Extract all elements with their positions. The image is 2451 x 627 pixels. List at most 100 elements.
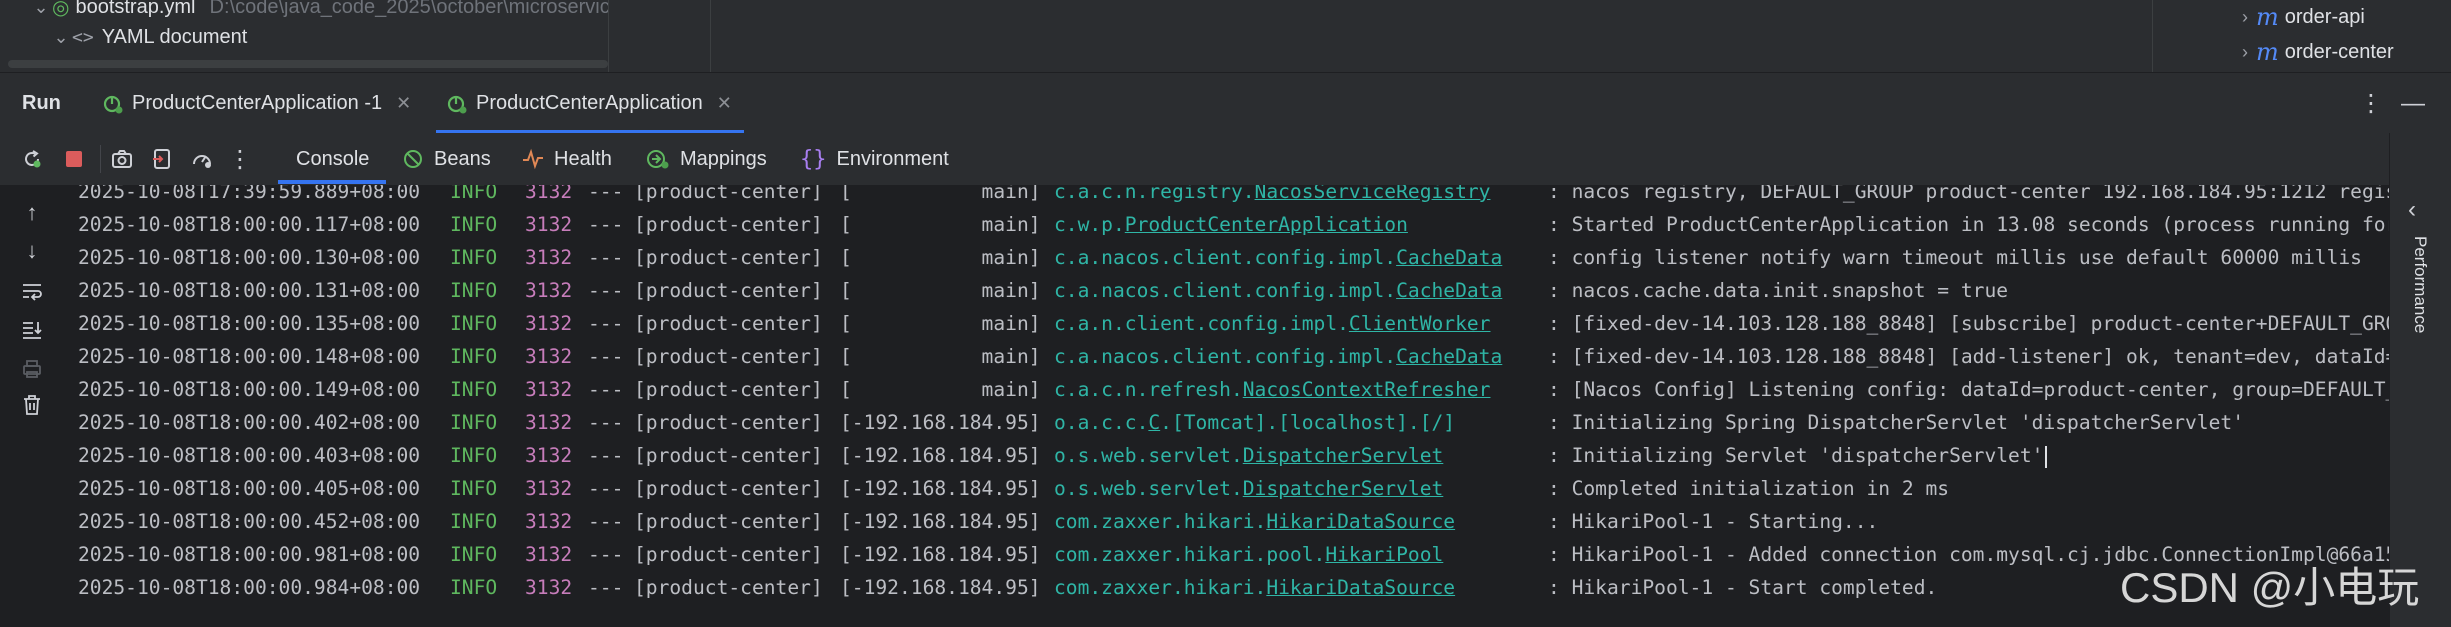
log-logger-link[interactable]: c.a.nacos.client.config.impl.CacheData: [1054, 340, 1502, 373]
attach-icon[interactable]: [148, 145, 176, 173]
minimize-icon[interactable]: —: [2398, 73, 2428, 134]
log-pid: 3132: [525, 378, 573, 401]
tree-item-yaml-document[interactable]: ⌄ <> YAML document: [50, 20, 247, 54]
log-thread: [ main]: [840, 246, 1041, 269]
log-app-name: [product-center]: [634, 510, 823, 533]
log-level: INFO: [450, 510, 498, 533]
log-logger-link[interactable]: c.a.n.client.config.impl.ClientWorker: [1054, 307, 1490, 340]
log-pid: 3132: [525, 543, 573, 566]
log-logger-link[interactable]: o.s.web.servlet.DispatcherServlet: [1054, 439, 1443, 472]
print-icon[interactable]: [16, 353, 48, 385]
log-thread: [-192.168.184.95]: [840, 411, 1041, 434]
log-thread: [-192.168.184.95]: [840, 444, 1041, 467]
log-timestamp: 2025-10-08T18:00:00.984+08:00: [78, 576, 421, 599]
log-line: 2025-10-08T18:00:00.149+08:00 INFO 3132 ---…: [78, 373, 2389, 406]
stop-icon[interactable]: [60, 145, 88, 173]
module-label: order-center: [2284, 40, 2394, 63]
tab-label: Console: [296, 147, 370, 170]
log-pid: 3132: [525, 279, 573, 302]
gauge-icon[interactable]: [188, 145, 216, 173]
chevron-down-icon[interactable]: ⌄: [30, 0, 52, 18]
yaml-file-icon: ◎: [52, 0, 70, 19]
log-pid: 3132: [525, 213, 573, 236]
log-app-name: [product-center]: [634, 576, 823, 599]
tab-mappings[interactable]: Mappings: [646, 133, 767, 185]
log-app-name: [product-center]: [634, 312, 823, 335]
tab-health[interactable]: Health: [522, 133, 612, 185]
screenshot-icon[interactable]: [108, 145, 136, 173]
log-separator: ---: [588, 185, 624, 203]
log-pid: 3132: [525, 185, 573, 203]
close-icon[interactable]: ✕: [717, 93, 732, 114]
log-timestamp: 2025-10-08T18:00:00.981+08:00: [78, 543, 421, 566]
spring-boot-app-icon: [446, 93, 468, 115]
tab-console[interactable]: Console: [296, 133, 369, 185]
log-timestamp: 2025-10-08T18:00:00.452+08:00: [78, 510, 421, 533]
log-thread: [ main]: [840, 378, 1041, 401]
tab-environment[interactable]: {} Environment: [800, 133, 949, 185]
log-logger-link[interactable]: com.zaxxer.hikari.pool.HikariPool: [1054, 538, 1443, 571]
chevron-right-icon[interactable]: ›: [2234, 7, 2256, 28]
tree-item-order-center[interactable]: › m order-center: [2234, 35, 2394, 69]
log-app-name: [product-center]: [634, 279, 823, 302]
log-level: INFO: [450, 345, 498, 368]
more-vertical-icon[interactable]: ⋮: [2356, 73, 2386, 134]
log-timestamp: 2025-10-08T18:00:00.149+08:00: [78, 378, 421, 401]
performance-panel-label[interactable]: Performance: [2410, 236, 2430, 333]
module-icon: m: [2256, 38, 2279, 66]
trash-icon[interactable]: [16, 389, 48, 421]
log-logger-link[interactable]: com.zaxxer.hikari.HikariDataSource: [1054, 571, 1455, 604]
log-thread: [-192.168.184.95]: [840, 576, 1041, 599]
chevron-down-icon[interactable]: ⌄: [50, 27, 72, 48]
arrow-down-icon[interactable]: ↓: [16, 235, 48, 267]
arrow-up-icon[interactable]: ↑: [16, 197, 48, 229]
log-message: : Initializing Spring DispatcherServlet …: [1548, 411, 2244, 434]
log-app-name: [product-center]: [634, 543, 823, 566]
log-logger-link[interactable]: c.a.c.n.refresh.NacosContextRefresher: [1054, 373, 1490, 406]
log-message: : Initializing Servlet 'dispatcherServle…: [1548, 439, 2048, 472]
console-output[interactable]: 2025-10-08T17:39:59.889+08:00 INFO 3132 ---…: [62, 185, 2389, 627]
log-separator: ---: [588, 477, 624, 500]
tab-label: Health: [554, 147, 612, 170]
close-icon[interactable]: ✕: [396, 93, 411, 114]
log-logger-link[interactable]: o.s.web.servlet.DispatcherServlet: [1054, 472, 1443, 505]
log-level: INFO: [450, 477, 498, 500]
log-line: 2025-10-08T18:00:00.452+08:00 INFO 3132 ---…: [78, 505, 2389, 538]
soft-wrap-icon[interactable]: [16, 275, 48, 307]
log-message: : [Nacos Config] Listening config: dataI…: [1548, 378, 2389, 401]
log-logger-link[interactable]: c.w.p.ProductCenterApplication: [1054, 208, 1408, 241]
log-logger-link[interactable]: o.a.c.c.C.[Tomcat].[localhost].[/]: [1054, 406, 1455, 439]
file-path: D:\code\java_code_2025\october\microserv…: [209, 0, 608, 18]
rerun-icon[interactable]: [18, 145, 46, 173]
console-gutter: ↑ ↓: [0, 185, 62, 627]
log-line: 2025-10-08T17:39:59.889+08:00 INFO 3132 ---…: [78, 185, 2389, 208]
log-line: 2025-10-08T18:00:00.130+08:00 INFO 3132 ---…: [78, 241, 2389, 274]
log-logger-link[interactable]: com.zaxxer.hikari.HikariDataSource: [1054, 505, 1455, 538]
log-message: : [fixed-dev-14.103.128.188_8848] [add-l…: [1548, 345, 2389, 368]
chevron-left-icon[interactable]: ‹: [2408, 196, 2416, 224]
tree-item-order-api[interactable]: › m order-api: [2234, 0, 2365, 34]
log-separator: ---: [588, 213, 624, 236]
log-logger-link[interactable]: c.a.nacos.client.config.impl.CacheData: [1054, 241, 1502, 274]
log-app-name: [product-center]: [634, 444, 823, 467]
log-app-name: [product-center]: [634, 345, 823, 368]
log-thread: [-192.168.184.95]: [840, 510, 1041, 533]
more-vertical-icon[interactable]: ⋮: [226, 145, 254, 173]
log-thread: [ main]: [840, 279, 1041, 302]
active-tab-indicator: [278, 180, 386, 184]
horizontal-scrollbar[interactable]: [8, 60, 608, 68]
log-message: : nacos registry, DEFAULT_GROUP product-…: [1548, 185, 2389, 203]
run-tab-product-center-1[interactable]: ProductCenterApplication -1 ✕: [102, 73, 411, 134]
run-tab-product-center[interactable]: ProductCenterApplication ✕: [436, 73, 744, 134]
tab-beans[interactable]: Beans: [402, 133, 491, 185]
log-message: : HikariPool-1 - Starting...: [1548, 510, 1879, 533]
chevron-right-icon[interactable]: ›: [2234, 42, 2256, 63]
log-level: INFO: [450, 185, 498, 203]
log-logger-link[interactable]: c.a.c.n.registry.NacosServiceRegistry: [1054, 185, 1490, 208]
scroll-to-end-icon[interactable]: [16, 313, 48, 345]
log-logger-link[interactable]: c.a.nacos.client.config.impl.CacheData: [1054, 274, 1502, 307]
project-tree-left: ⌄ ◎ bootstrap.yml D:\code\java_code_2025…: [0, 0, 608, 72]
log-level: INFO: [450, 246, 498, 269]
log-timestamp: 2025-10-08T18:00:00.403+08:00: [78, 444, 421, 467]
log-message: : config listener notify warn timeout mi…: [1548, 246, 2362, 269]
